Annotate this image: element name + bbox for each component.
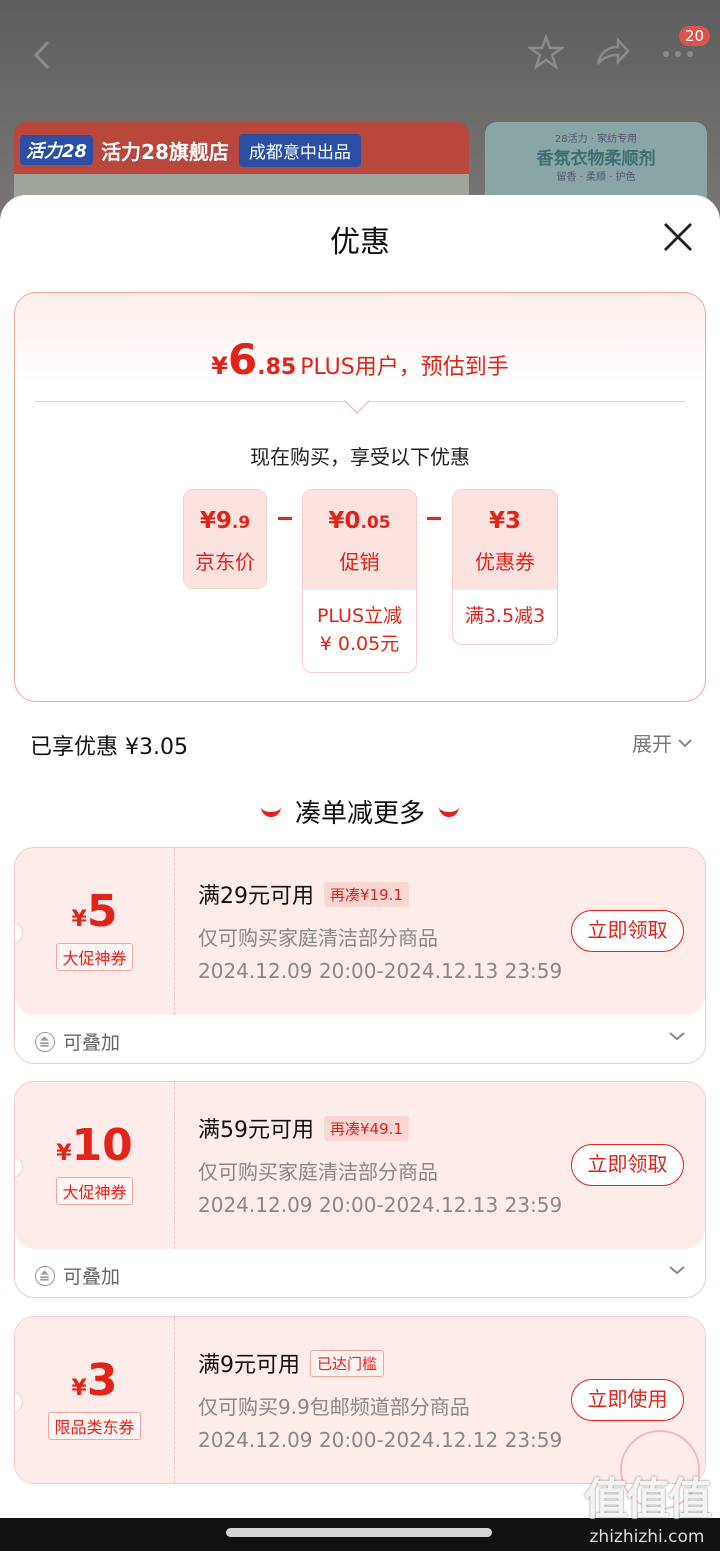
coupon-item: ¥10 大促神券 满59元可用 再凑¥49.1 仅可购买家庭清洁部分商品 2024… xyxy=(14,1081,706,1298)
brand-logo: 活力28 xyxy=(20,135,94,165)
use-button[interactable]: 立即使用 xyxy=(571,1379,684,1421)
divider-notch xyxy=(344,388,370,414)
coupon-tag: 大促神券 xyxy=(56,1177,133,1205)
minus-sign xyxy=(427,517,441,520)
coupon-yen: ¥ xyxy=(71,1376,87,1401)
expand-button[interactable]: 展开 xyxy=(632,728,692,757)
chevron-down-icon[interactable] xyxy=(669,1031,685,1041)
card-value: ¥3 xyxy=(488,508,521,534)
notification-badge: 20 xyxy=(678,26,710,46)
banner2-sub: 留香 · 柔顺 · 护色 xyxy=(556,172,636,183)
stackable-row[interactable]: 可叠加 xyxy=(35,1028,120,1055)
card-value-small: .9 xyxy=(231,513,251,533)
banner2-small: 28活力 · 家纺专用 xyxy=(554,134,638,145)
promo-card: ¥0.05 促销 PLUS立减 ¥ 0.05元 xyxy=(302,489,417,673)
coupon-card: ¥3 优惠券 满3.5减3 xyxy=(452,489,558,645)
enjoy-text: 现在购买，享受以下优惠 xyxy=(250,445,470,469)
decor-left xyxy=(260,807,281,817)
chevron-down-icon xyxy=(678,738,692,747)
stackable-label: 可叠加 xyxy=(63,1032,121,1054)
enjoyed-discount: 已享优惠 ¥3.05 xyxy=(30,735,188,760)
chevron-down-icon[interactable] xyxy=(669,1265,685,1275)
claim-button[interactable]: 立即领取 xyxy=(571,1144,684,1186)
more-title-text: 凑单减更多 xyxy=(294,799,425,829)
store-name: 活力28旗舰店 xyxy=(101,139,229,164)
star-icon[interactable] xyxy=(526,33,566,71)
share-icon[interactable] xyxy=(594,34,630,70)
coupon-condition: 满59元可用 xyxy=(198,1118,314,1143)
estimated-price: ¥6.85 PLUS用户，预估到手 xyxy=(15,335,705,384)
card-label: 京东价 xyxy=(195,550,255,574)
coupon-item: ¥5 大促神券 满29元可用 再凑¥19.1 仅可购买家庭清洁部分商品 2024.… xyxy=(14,847,706,1064)
price-integer: 6 xyxy=(227,335,258,384)
coupon-badge: 已达门槛 xyxy=(310,1349,385,1377)
watermark-url: zhizhizhi.com xyxy=(589,1527,705,1547)
back-icon[interactable] xyxy=(28,38,58,72)
close-icon[interactable] xyxy=(662,221,694,253)
coupon-item: ¥3 限品类东券 满9元可用 已达门槛 仅可购买9.9包邮频道部分商品 2024.… xyxy=(14,1316,706,1484)
expand-label: 展开 xyxy=(632,732,672,756)
stackable-row[interactable]: 可叠加 xyxy=(35,1262,120,1289)
coupon-yen: ¥ xyxy=(56,1141,72,1166)
coupon-time: 2024.12.09 20:00-2024.12.13 23:59 xyxy=(198,959,563,983)
price-decimal: .85 xyxy=(257,355,297,380)
coupon-amount: 10 xyxy=(71,1120,133,1171)
decor-right xyxy=(439,807,459,817)
jd-price-card: ¥9.9 京东价 xyxy=(183,489,267,589)
coupon-scope: 仅可购买家庭清洁部分商品 xyxy=(198,1160,438,1184)
more-icon[interactable]: 20 xyxy=(660,26,710,70)
card-label: 促销 xyxy=(339,550,380,574)
card-extra: PLUS立减 ¥ 0.05元 xyxy=(316,605,403,655)
coupon-time: 2024.12.09 20:00-2024.12.12 23:59 xyxy=(198,1428,563,1452)
coupon-condition: 满9元可用 xyxy=(198,1353,300,1378)
card-label: 优惠券 xyxy=(475,550,535,574)
coupon-badge: 再凑¥19.1 xyxy=(324,881,409,907)
watermark-logo: 值值值 xyxy=(584,1474,712,1525)
card-value: ¥0 xyxy=(328,508,361,534)
coupon-time: 2024.12.09 20:00-2024.12.13 23:59 xyxy=(198,1193,563,1217)
card-value-small: .05 xyxy=(360,513,391,533)
coupon-tag: 限品类东券 xyxy=(48,1412,141,1440)
claim-button[interactable]: 立即领取 xyxy=(571,910,684,952)
coupon-scope: 仅可购买家庭清洁部分商品 xyxy=(198,926,438,950)
coupon-scope: 仅可购买9.9包邮频道部分商品 xyxy=(198,1395,470,1419)
coupon-tag: 大促神券 xyxy=(56,943,133,971)
stack-icon xyxy=(35,1265,55,1286)
origin-tag: 成都意中出品 xyxy=(238,133,361,167)
price-text: PLUS用户，预估到手 xyxy=(300,355,509,380)
home-indicator[interactable] xyxy=(226,1528,492,1537)
sheet-title: 优惠 xyxy=(330,225,390,260)
price-summary-card: ¥6.85 PLUS用户，预估到手 现在购买，享受以下优惠 ¥9.9 京东价 ¥0… xyxy=(14,292,706,702)
price-yen: ¥ xyxy=(211,352,228,380)
stack-icon xyxy=(35,1031,55,1052)
coupon-condition: 满29元可用 xyxy=(198,884,314,909)
discount-sheet: 优惠 ¥6.85 PLUS用户，预估到手 现在购买，享受以下优惠 ¥9.9 京东价… xyxy=(0,195,720,1551)
coupon-amount: 5 xyxy=(86,886,118,937)
more-section-title: 凑单减更多 xyxy=(0,793,720,830)
minus-sign xyxy=(278,517,292,520)
card-value: ¥9 xyxy=(199,508,232,534)
card-extra: 满3.5减3 xyxy=(464,605,546,627)
banner2-title: 香氛衣物柔顺剂 xyxy=(536,149,656,169)
coupon-yen: ¥ xyxy=(71,907,87,932)
site-watermark: 值值值 zhizhizhi.com xyxy=(584,1463,712,1547)
coupon-badge: 再凑¥49.1 xyxy=(324,1115,409,1141)
stackable-label: 可叠加 xyxy=(63,1266,121,1288)
coupon-amount: 3 xyxy=(86,1355,118,1406)
